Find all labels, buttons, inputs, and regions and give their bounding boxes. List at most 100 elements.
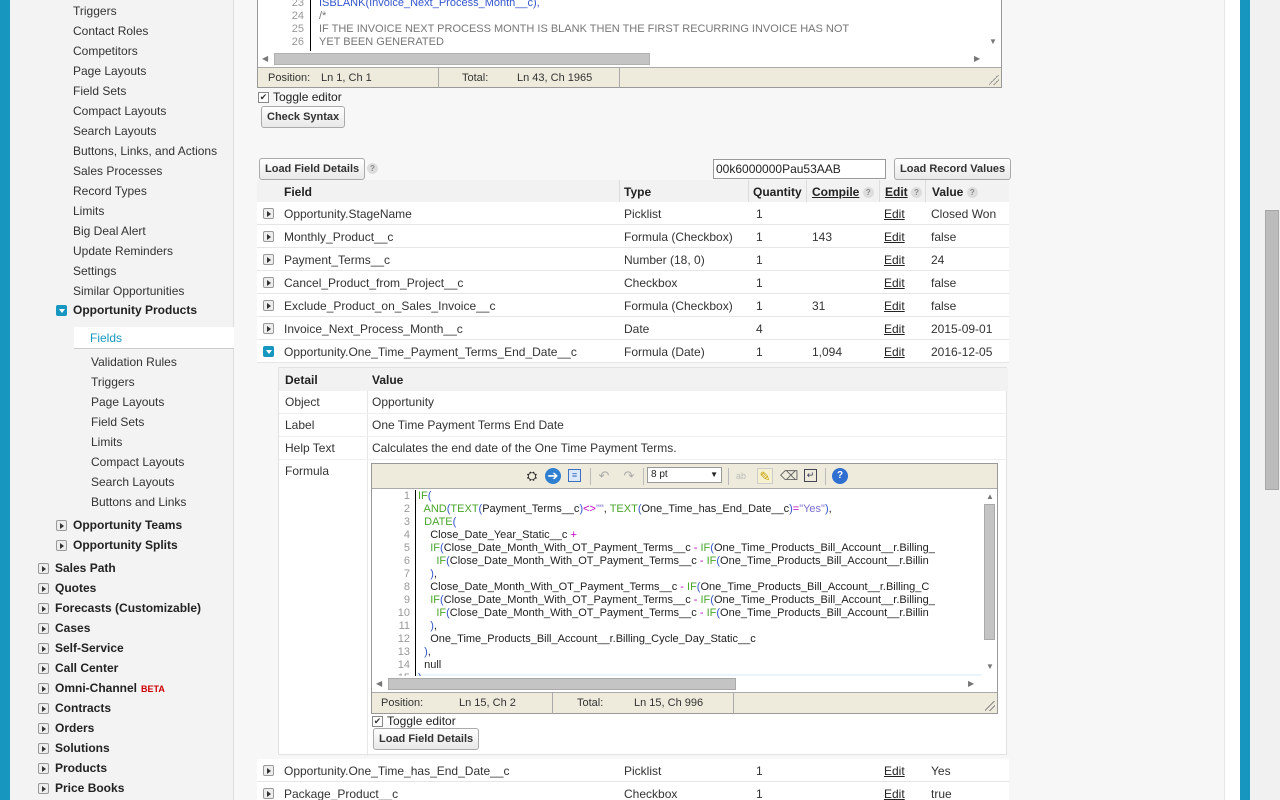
- sidebar-section[interactable]: Sales Path: [55, 561, 116, 575]
- sidebar-section[interactable]: Forecasts (Customizable): [55, 601, 201, 615]
- undo-icon[interactable]: ↶: [596, 468, 612, 484]
- expand-icon[interactable]: [263, 277, 274, 288]
- sidebar-item[interactable]: Buttons, Links, and Actions: [73, 144, 217, 158]
- header-edit[interactable]: Edit ?: [885, 185, 923, 199]
- scroll-left-icon[interactable]: ◀: [262, 54, 268, 63]
- table-row[interactable]: Package_Product__c Checkbox 1 Edit true: [257, 782, 1009, 800]
- expand-icon[interactable]: [38, 683, 49, 694]
- scroll-down-icon[interactable]: ▼: [989, 37, 997, 46]
- edit-link[interactable]: Edit: [884, 276, 905, 290]
- scroll-left-icon[interactable]: ◀: [376, 679, 382, 688]
- reset-icon[interactable]: ⌫: [780, 468, 798, 484]
- page-scroll-thumb[interactable]: [1265, 210, 1279, 490]
- expand-icon[interactable]: [263, 231, 274, 242]
- expand-icon[interactable]: [56, 540, 67, 551]
- table-row[interactable]: Opportunity.One_Time_has_End_Date__c Pick…: [257, 759, 1009, 782]
- expand-icon[interactable]: [38, 583, 49, 594]
- scroll-thumb[interactable]: [984, 504, 995, 640]
- sidebar-item[interactable]: Big Deal Alert: [73, 224, 146, 238]
- horizontal-scrollbar[interactable]: ◀ ▶: [372, 676, 997, 692]
- check-syntax-button[interactable]: Check Syntax: [261, 106, 346, 128]
- sidebar-item[interactable]: Settings: [73, 264, 116, 278]
- redo-icon[interactable]: ↷: [621, 468, 637, 484]
- sidebar-item[interactable]: Page Layouts: [73, 64, 146, 78]
- expand-icon[interactable]: [38, 743, 49, 754]
- table-row[interactable]: Invoice_Next_Process_Month__c Date 4 Edit 20…: [257, 317, 1009, 340]
- toggle-editor-checkbox[interactable]: ✔ Toggle editor: [258, 90, 342, 104]
- table-row[interactable]: Opportunity.One_Time_Payment_Terms_End_D…: [257, 340, 1009, 363]
- sidebar-section[interactable]: Self-Service: [55, 641, 124, 655]
- header-quantity[interactable]: Quantity: [753, 185, 802, 199]
- sidebar-section-opportunity-products[interactable]: Opportunity Products: [73, 303, 197, 317]
- collapse-icon[interactable]: [263, 346, 274, 357]
- sidebar-section[interactable]: Quotes: [55, 581, 96, 595]
- sidebar-item[interactable]: Competitors: [73, 44, 138, 58]
- vertical-scrollbar[interactable]: ▲ ▼: [982, 490, 997, 676]
- header-value[interactable]: Value ?: [932, 185, 978, 199]
- sidebar-item[interactable]: Limits: [73, 204, 104, 218]
- scroll-up-icon[interactable]: ▲: [986, 492, 994, 501]
- sidebar-section[interactable]: Price Books: [55, 781, 124, 795]
- scroll-thumb[interactable]: [388, 678, 736, 690]
- expand-icon[interactable]: [38, 663, 49, 674]
- header-type[interactable]: Type: [624, 185, 651, 199]
- word-wrap-icon[interactable]: ↵: [804, 469, 817, 482]
- help-icon[interactable]: ?: [862, 187, 874, 199]
- sidebar-subitem[interactable]: Search Layouts: [91, 475, 174, 489]
- expand-icon[interactable]: [38, 603, 49, 614]
- sidebar-subitem[interactable]: Triggers: [91, 375, 135, 389]
- expand-icon[interactable]: [263, 788, 274, 799]
- expand-icon[interactable]: [263, 300, 274, 311]
- header-field[interactable]: Field: [284, 185, 312, 199]
- expand-icon[interactable]: [263, 254, 274, 265]
- spellcheck-icon[interactable]: ab: [733, 468, 749, 484]
- header-compile[interactable]: Compile ?: [812, 185, 874, 199]
- record-id-input[interactable]: 00k6000000Pau53AAB: [713, 159, 886, 179]
- resize-grip-icon[interactable]: [985, 701, 995, 711]
- edit-link[interactable]: Edit: [884, 345, 905, 359]
- formula-editor[interactable]: ⛭ ➔ ≡ ↶ ↷ 8 pt ▼ ab ✎ ⌫ ↵ ? 1 IF(2 AND(TEX…: [371, 463, 998, 714]
- sidebar-item[interactable]: Sales Processes: [73, 164, 162, 178]
- font-size-select[interactable]: 8 pt ▼: [647, 467, 722, 483]
- sidebar-section[interactable]: Contracts: [55, 701, 111, 715]
- sidebar-item[interactable]: Search Layouts: [73, 124, 156, 138]
- load-field-details-button[interactable]: Load Field Details: [259, 158, 366, 180]
- sidebar-section[interactable]: Opportunity Teams: [73, 518, 182, 532]
- expand-icon[interactable]: [38, 623, 49, 634]
- table-row[interactable]: Payment_Terms__c Number (18, 0) 1 Edit 24: [257, 248, 1009, 271]
- sidebar-item[interactable]: Record Types: [73, 184, 147, 198]
- edit-link[interactable]: Edit: [884, 230, 905, 244]
- help-icon[interactable]: ?: [911, 187, 923, 199]
- edit-link[interactable]: Edit: [884, 322, 905, 336]
- go-to-line-icon[interactable]: ➔: [545, 468, 561, 484]
- toggle-editor-checkbox[interactable]: ✔ Toggle editor: [372, 714, 456, 728]
- edit-link[interactable]: Edit: [884, 207, 905, 221]
- scroll-down-icon[interactable]: ▼: [986, 662, 994, 671]
- sidebar-section[interactable]: Solutions: [55, 741, 110, 755]
- expand-icon[interactable]: [38, 563, 49, 574]
- help-icon[interactable]: ?: [966, 187, 978, 199]
- sidebar-section[interactable]: Cases: [55, 621, 90, 635]
- expand-icon[interactable]: [263, 765, 274, 776]
- checkbox-checked-icon[interactable]: ✔: [372, 715, 383, 727]
- sidebar-section[interactable]: Orders: [55, 721, 94, 735]
- sidebar-subitem[interactable]: Validation Rules: [91, 355, 177, 369]
- help-icon[interactable]: ?: [832, 468, 848, 484]
- resize-grip-icon[interactable]: [989, 75, 999, 85]
- sidebar-item[interactable]: Triggers: [73, 4, 117, 18]
- sidebar-section[interactable]: Omni-Channel BETA: [55, 681, 165, 695]
- expand-icon[interactable]: [263, 323, 274, 334]
- sidebar-subitem[interactable]: Page Layouts: [91, 395, 164, 409]
- load-field-details-button[interactable]: Load Field Details: [373, 728, 480, 750]
- sidebar-section[interactable]: Products: [55, 761, 107, 775]
- sidebar-subitem[interactable]: Compact Layouts: [91, 455, 184, 469]
- expand-icon[interactable]: [38, 703, 49, 714]
- sidebar-item[interactable]: Update Reminders: [73, 244, 173, 258]
- edit-link[interactable]: Edit: [884, 253, 905, 267]
- sidebar-item[interactable]: Contact Roles: [73, 24, 148, 38]
- sidebar-subitem[interactable]: Field Sets: [91, 415, 144, 429]
- highlight-icon[interactable]: ✎: [757, 468, 773, 484]
- search-icon[interactable]: ⛭: [524, 468, 540, 484]
- sidebar-section[interactable]: Opportunity Splits: [73, 538, 178, 552]
- expand-icon[interactable]: [38, 643, 49, 654]
